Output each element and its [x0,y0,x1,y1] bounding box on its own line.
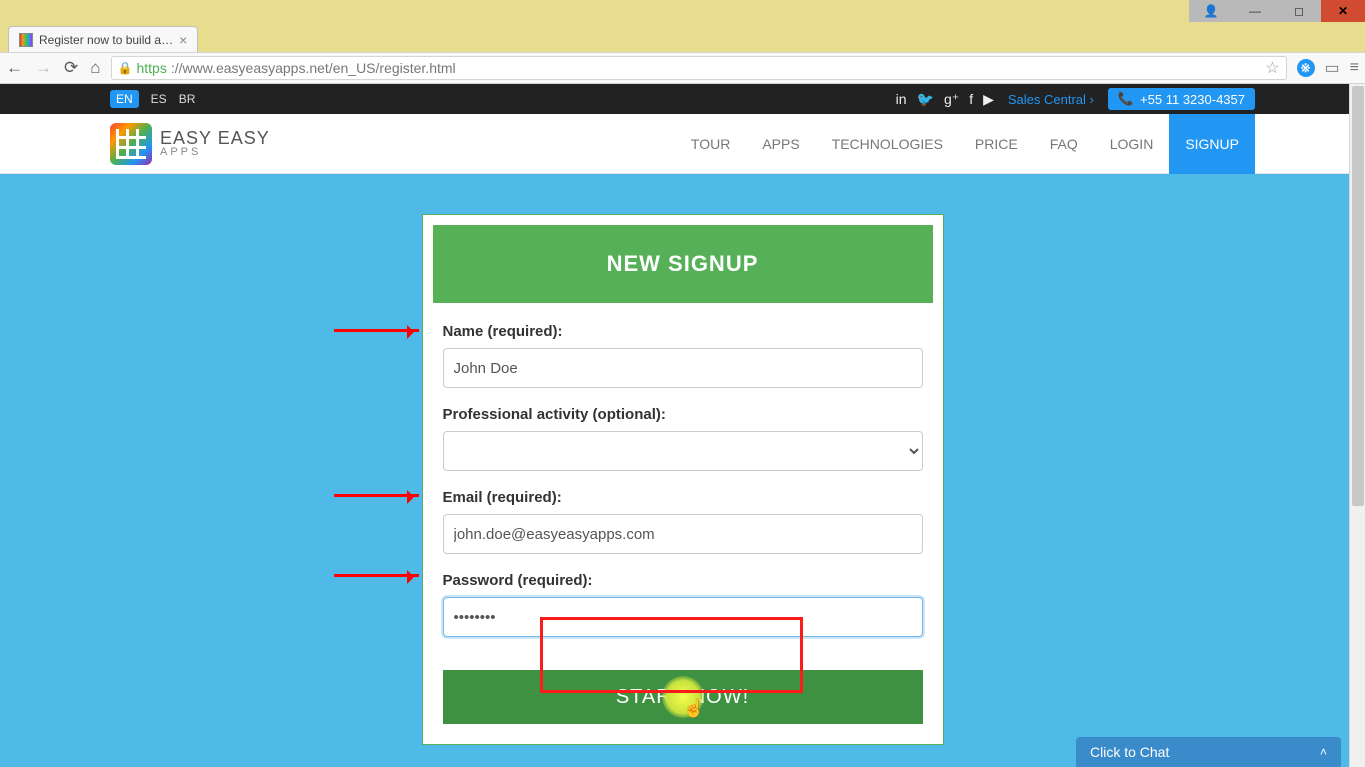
nav-item-tour[interactable]: TOUR [675,114,746,174]
chat-label: Click to Chat [1090,744,1169,760]
phone-number: +55 11 3230-4357 [1140,92,1245,107]
extension-icon[interactable]: ※ [1297,59,1315,77]
start-now-button[interactable]: START NOW! ☝ [443,670,923,724]
scrollbar-thumb[interactable] [1352,86,1364,506]
device-icon[interactable]: ▭ [1325,58,1340,78]
chevron-up-icon: ˄ [1320,745,1327,759]
nav-item-login[interactable]: LOGIN [1094,114,1170,174]
nav-item-price[interactable]: PRICE [959,114,1034,174]
name-label: Name (required): [443,323,923,340]
logo-text-sub: APPS [160,147,270,158]
scrollbar[interactable] [1349,84,1365,767]
window-maximize-button[interactable]: ◻ [1277,0,1321,22]
browser-tab-strip: Register now to build a… × [0,22,1365,52]
activity-select[interactable] [443,431,923,471]
annotation-arrow-name [334,329,419,332]
annotation-arrow-email [334,494,419,497]
language-switcher: EN ES BR [110,90,195,108]
address-bar[interactable]: 🔒 https ://www.easyeasyapps.net/en_US/re… [111,56,1287,80]
email-input[interactable] [443,514,923,554]
lang-br[interactable]: BR [179,92,196,106]
phone-icon: 📞 [1118,91,1134,107]
youtube-icon[interactable]: ▶ [983,91,994,108]
annotation-arrow-password [334,574,419,577]
page-viewport: EN ES BR in 🐦 g⁺ f ▶ Sales Central 📞 +55… [0,84,1365,767]
back-button[interactable]: ← [6,58,23,78]
nav-item-technologies[interactable]: TECHNOLOGIES [816,114,959,174]
signup-card: NEW SIGNUP Name (required): Professional… [422,214,944,745]
window-user-button[interactable]: 👤 [1189,0,1233,22]
nav-item-apps[interactable]: APPS [746,114,815,174]
window-close-button[interactable]: ✕ [1321,0,1365,22]
password-input[interactable] [443,597,923,637]
chat-widget[interactable]: Click to Chat ˄ [1076,737,1341,767]
window-minimize-button[interactable]: — [1233,0,1277,22]
nav-item-faq[interactable]: FAQ [1034,114,1094,174]
browser-tab[interactable]: Register now to build a… × [8,26,198,52]
sales-central-link[interactable]: Sales Central [1008,92,1094,107]
menu-icon[interactable]: ≡ [1350,59,1359,77]
facebook-icon[interactable]: f [969,91,973,108]
logo-mark-icon [110,123,152,165]
site-topbar: EN ES BR in 🐦 g⁺ f ▶ Sales Central 📞 +55… [0,84,1365,114]
name-input[interactable] [443,348,923,388]
window-titlebar: 👤 — ◻ ✕ [0,0,1365,22]
main-nav: TOURAPPSTECHNOLOGIESPRICEFAQLOGINSIGNUP [675,114,1255,174]
nav-item-signup[interactable]: SIGNUP [1169,114,1255,174]
activity-label: Professional activity (optional): [443,406,923,423]
favicon-icon [19,33,33,47]
password-label: Password (required): [443,572,923,589]
site-header: EASY EASY APPS TOURAPPSTECHNOLOGIESPRICE… [0,114,1365,174]
signup-heading: NEW SIGNUP [433,225,933,303]
lang-en[interactable]: EN [110,90,139,108]
tab-close-icon[interactable]: × [179,32,187,48]
browser-tab-title: Register now to build a… [39,33,173,47]
lang-es[interactable]: ES [151,92,167,106]
lock-icon: 🔒 [118,61,133,75]
reload-button[interactable]: ⟳ [64,58,78,78]
url-scheme: https [136,60,166,76]
twitter-icon[interactable]: 🐦 [917,91,934,108]
home-button[interactable]: ⌂ [90,58,100,78]
linkedin-icon[interactable]: in [896,91,907,108]
phone-button[interactable]: 📞 +55 11 3230-4357 [1108,88,1255,110]
submit-label: START NOW! [616,686,749,708]
bookmark-star-icon[interactable]: ☆ [1265,58,1279,78]
forward-button[interactable]: → [35,58,52,78]
logo-text-main: EASY EASY [160,129,270,147]
email-label: Email (required): [443,489,923,506]
gplus-icon[interactable]: g⁺ [944,91,959,108]
site-logo[interactable]: EASY EASY APPS [110,123,270,165]
browser-toolbar: ← → ⟳ ⌂ 🔒 https ://www.easyeasyapps.net/… [0,52,1365,84]
